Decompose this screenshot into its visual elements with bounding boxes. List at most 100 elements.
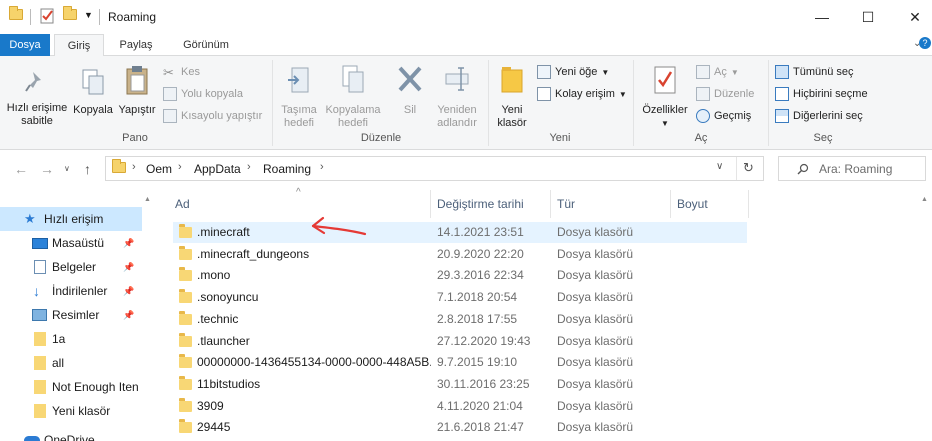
file-row[interactable]: 11bitstudios 30.11.2016 23:25 Dosya klasör…: [173, 374, 747, 395]
close-button[interactable]: ✕: [900, 6, 930, 28]
file-row[interactable]: .technic 2.8.2018 17:55 Dosya klasörü: [173, 309, 747, 330]
easy-access-icon: [537, 87, 551, 101]
file-row[interactable]: .tlauncher 27.12.2020 19:43 Dosya klasörü: [173, 331, 747, 352]
rename-icon: [432, 64, 482, 100]
nav-item-quick-access[interactable]: ★ Hızlı erişim: [0, 207, 142, 231]
paste-shortcut-button[interactable]: Kısayolu yapıştır: [163, 107, 262, 125]
scroll-up-icon[interactable]: ▲: [921, 196, 928, 203]
file-row[interactable]: .minecraft 14.1.2021 23:51 Dosya klasörü: [173, 222, 747, 243]
refresh-icon[interactable]: ↻: [743, 160, 754, 176]
history-button[interactable]: Geçmiş: [696, 107, 751, 125]
file-row[interactable]: 00000000-1436455134-0000-0000-448A5B... 9…: [173, 352, 747, 373]
column-header-size[interactable]: Boyut: [671, 190, 749, 218]
help-icon[interactable]: ?: [919, 37, 931, 49]
easy-access-button[interactable]: Kolay erişim ▼: [537, 85, 627, 103]
pin-icon[interactable]: 📌: [123, 238, 134, 249]
nav-item-not-enough-items[interactable]: Not Enough Iten: [0, 375, 142, 399]
new-folder-quick-icon[interactable]: [63, 6, 77, 20]
nav-item-downloads[interactable]: ↓ İndirilenler 📌: [0, 279, 142, 303]
column-header-date[interactable]: Değiştirme tarihi: [431, 190, 551, 218]
folder-icon[interactable]: [9, 6, 23, 20]
chevron-right-icon[interactable]: ›: [132, 161, 136, 173]
column-header-type[interactable]: Tür: [551, 190, 671, 218]
open-button[interactable]: Aç ▼: [696, 63, 739, 81]
file-row[interactable]: 29445 21.6.2018 21:47 Dosya klasörü: [173, 417, 747, 438]
search-box[interactable]: Ara: Roaming: [778, 156, 926, 181]
file-name: .sonoyuncu: [197, 290, 259, 305]
scroll-up-icon[interactable]: ▲: [144, 196, 151, 203]
delete-button[interactable]: Sil: [390, 64, 430, 117]
nav-scrollbar[interactable]: ▲: [141, 190, 155, 441]
nav-item-onedrive[interactable]: OneDrive: [0, 428, 142, 441]
select-none-icon: [775, 87, 789, 101]
nav-item-desktop[interactable]: Masaüstü 📌: [0, 231, 142, 255]
folder-icon: [34, 404, 46, 418]
nav-item-new-folder[interactable]: Yeni klasör: [0, 399, 142, 423]
properties-quick-icon[interactable]: [40, 8, 55, 24]
desktop-icon: [32, 237, 48, 249]
file-type: Dosya klasörü: [557, 355, 634, 370]
nav-item-1a[interactable]: 1a: [0, 327, 142, 351]
pin-icon[interactable]: 📌: [123, 286, 134, 297]
dropdown-arrow-icon: ▼: [730, 67, 739, 77]
edit-button[interactable]: Düzenle: [696, 85, 754, 103]
breadcrumb-oem[interactable]: Oem: [146, 162, 172, 176]
select-none-button[interactable]: Hiçbirini seçme: [775, 85, 868, 103]
properties-button[interactable]: Özellikler ▼: [638, 64, 692, 130]
up-arrow-icon[interactable]: ↑: [84, 161, 91, 177]
delete-icon: [390, 64, 430, 100]
pin-quick-access-button[interactable]: Hızlı erişime sabitle: [4, 68, 70, 128]
tab-home[interactable]: Giriş: [54, 34, 104, 57]
rename-button[interactable]: Yeniden adlandır: [432, 64, 482, 130]
copy-to-button[interactable]: Kopyalama hedefi: [324, 64, 382, 130]
file-name: .minecraft_dungeons: [197, 246, 310, 261]
divider: [272, 60, 273, 146]
tab-view[interactable]: Görünüm: [170, 34, 242, 56]
nav-item-documents[interactable]: Belgeler 📌: [0, 255, 142, 279]
chevron-right-icon[interactable]: ›: [178, 161, 182, 173]
chevron-right-icon[interactable]: ›: [320, 161, 324, 173]
file-row[interactable]: .sonoyuncu 7.1.2018 20:54 Dosya klasörü: [173, 287, 747, 308]
paste-button[interactable]: Yapıştır: [116, 64, 158, 117]
invert-selection-button[interactable]: Diğerlerini seç: [775, 107, 863, 125]
address-dropdown-icon[interactable]: ∨: [716, 161, 723, 172]
tab-share[interactable]: Paylaş: [110, 34, 162, 56]
cut-button[interactable]: ✂ Kes: [163, 63, 200, 81]
file-row[interactable]: .mono 29.3.2016 22:34 Dosya klasörü: [173, 265, 747, 286]
forward-arrow-icon[interactable]: →: [40, 161, 54, 177]
file-row[interactable]: 3909 4.11.2020 21:04 Dosya klasörü: [173, 396, 747, 417]
move-to-icon: [276, 64, 322, 100]
new-item-icon: [537, 65, 551, 79]
minimize-button[interactable]: —: [807, 6, 837, 28]
file-name: .technic: [197, 311, 239, 326]
copy-path-button[interactable]: Yolu kopyala: [163, 85, 243, 103]
recent-locations-icon[interactable]: ∨: [64, 164, 70, 173]
nav-item-all[interactable]: all: [0, 351, 142, 375]
new-folder-button[interactable]: Yeni klasör: [492, 64, 532, 130]
column-header-name[interactable]: Ad: [169, 190, 431, 218]
chevron-right-icon[interactable]: ›: [247, 161, 251, 173]
breadcrumb-appdata[interactable]: AppData: [194, 162, 241, 176]
title-bar: ▼ Roaming — ☐ ✕: [0, 0, 932, 34]
file-list-scrollbar[interactable]: ▲: [918, 190, 932, 441]
move-to-button[interactable]: Taşıma hedefi: [276, 64, 322, 130]
dropdown-arrow-icon: ▼: [601, 67, 610, 77]
breadcrumb-roaming[interactable]: Roaming: [263, 162, 311, 176]
customize-toolbar-icon[interactable]: ▼: [84, 10, 93, 20]
address-bar[interactable]: › Oem › AppData › Roaming › ∨ ↻: [105, 156, 764, 181]
pin-icon[interactable]: 📌: [123, 262, 134, 273]
nav-item-pictures[interactable]: Resimler 📌: [0, 303, 142, 327]
select-all-button[interactable]: Tümünü seç: [775, 63, 854, 81]
new-folder-icon: [492, 64, 532, 100]
file-row[interactable]: .minecraft_dungeons 20.9.2020 22:20 Dosya …: [173, 244, 747, 265]
folder-icon: [34, 356, 46, 370]
back-arrow-icon[interactable]: ←: [14, 161, 28, 177]
tab-file[interactable]: Dosya: [0, 34, 50, 56]
folder-icon: [179, 332, 192, 347]
ribbon: Hızlı erişime sabitle Kopyala Yapıştır ✂…: [0, 56, 932, 150]
copy-button[interactable]: Kopyala: [72, 68, 114, 117]
maximize-button[interactable]: ☐: [853, 6, 883, 28]
file-type: Dosya klasörü: [557, 268, 634, 283]
new-item-button[interactable]: Yeni öğe ▼: [537, 63, 609, 81]
pin-icon[interactable]: 📌: [123, 310, 134, 321]
